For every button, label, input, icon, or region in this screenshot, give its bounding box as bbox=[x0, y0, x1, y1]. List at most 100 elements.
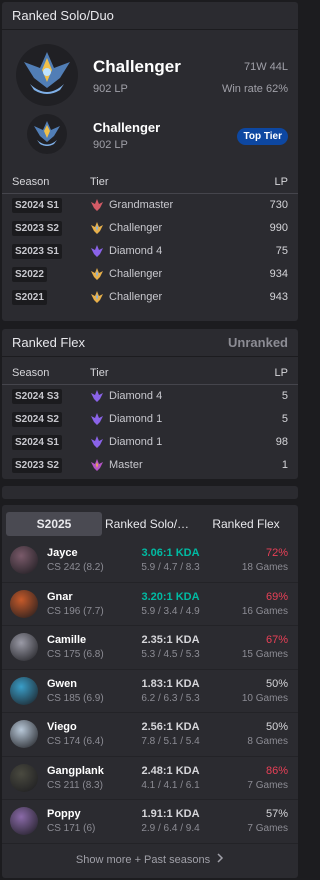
season-chip: S2023 S2 bbox=[12, 221, 62, 237]
lp-value: 943 bbox=[269, 290, 288, 303]
column-lp: LP bbox=[274, 175, 288, 188]
table-row: S2023 S2 Master 1 bbox=[2, 453, 298, 476]
champion-winrate: 50% bbox=[265, 721, 288, 734]
lp-value: 5 bbox=[281, 413, 288, 426]
champion-portrait bbox=[10, 676, 38, 705]
champion-games: 18 Games bbox=[241, 562, 288, 574]
champion-cs: CS 175 (6.8) bbox=[47, 649, 104, 661]
table-row: S2024 S3 Diamond 4 5 bbox=[2, 385, 298, 408]
champion-kda-detail: 5.3 / 4.5 / 5.3 bbox=[141, 649, 200, 661]
tier-lp: 902 LP bbox=[93, 83, 128, 95]
tier-label: Diamond 1 bbox=[109, 435, 163, 448]
champion-portrait bbox=[10, 720, 38, 749]
champion-kda: 3.06:1 KDA bbox=[141, 547, 200, 560]
win-loss-record: 71W 44L bbox=[243, 61, 288, 73]
tab-s2025[interactable]: S2025 bbox=[6, 512, 102, 536]
champion-winrate: 67% bbox=[265, 634, 288, 647]
champion-name: Jayce bbox=[47, 547, 78, 560]
list-item[interactable]: Gnar CS 196 (7.7) 3.20:1 KDA 5.9 / 3.4 / 4… bbox=[2, 583, 298, 626]
grandmaster-icon bbox=[90, 198, 104, 212]
list-item[interactable]: Camille CS 175 (6.8) 2.35:1 KDA 5.3 / 4.5 … bbox=[2, 626, 298, 670]
champion-name: Viego bbox=[47, 721, 77, 734]
table-row: S2024 S1 Diamond 1 98 bbox=[2, 431, 298, 454]
tab-ranked-solo[interactable]: Ranked Solo/D... bbox=[102, 517, 198, 531]
divider-strip bbox=[2, 486, 298, 499]
lp-value: 730 bbox=[269, 199, 288, 212]
champion-kda-detail: 5.9 / 4.7 / 8.3 bbox=[141, 562, 200, 574]
champion-kda: 1.91:1 KDA bbox=[141, 808, 200, 821]
champion-winrate: 72% bbox=[265, 547, 288, 560]
champion-games: 8 Games bbox=[247, 736, 288, 748]
list-item[interactable]: Gangplank CS 211 (8.3) 2.48:1 KDA 4.1 / 4.… bbox=[2, 757, 298, 800]
show-more-button[interactable]: Show more + Past seasons bbox=[2, 844, 298, 876]
table-row: S2023 S2 Challenger 990 bbox=[2, 217, 298, 240]
challenger-icon bbox=[90, 290, 104, 304]
champion-cs: CS 196 (7.7) bbox=[47, 605, 104, 617]
column-tier: Tier bbox=[90, 366, 109, 379]
top-tier-badge: Top Tier bbox=[237, 128, 288, 145]
champion-portrait bbox=[10, 633, 38, 662]
champion-games: 7 Games bbox=[247, 823, 288, 835]
champion-kda-detail: 4.1 / 4.1 / 6.1 bbox=[141, 779, 200, 791]
champion-kda: 2.56:1 KDA bbox=[141, 721, 200, 734]
lp-value: 5 bbox=[281, 390, 288, 403]
column-season: Season bbox=[12, 175, 50, 188]
champion-cs: CS 171 (6) bbox=[47, 823, 96, 835]
tier-label: Master bbox=[109, 458, 143, 471]
champion-games: 16 Games bbox=[241, 605, 288, 617]
lp-value: 98 bbox=[275, 435, 288, 448]
current-rank: Challenger 902 LP 71W 44L Win rate 62% bbox=[2, 30, 298, 110]
champion-portrait bbox=[10, 589, 38, 618]
champion-portrait bbox=[10, 807, 38, 836]
table-row: S2021 Challenger 943 bbox=[2, 285, 298, 308]
diamond-icon bbox=[90, 244, 104, 258]
tier-label: Diamond 4 bbox=[109, 390, 163, 403]
tier-label: Diamond 1 bbox=[109, 413, 163, 426]
champion-kda-detail: 6.2 / 6.3 / 5.3 bbox=[141, 692, 200, 704]
tier-label: Diamond 4 bbox=[109, 244, 163, 257]
season-chip: S2023 S2 bbox=[12, 457, 62, 473]
champion-name: Gangplank bbox=[47, 764, 104, 777]
lp-value: 75 bbox=[275, 244, 288, 257]
tier-label: Challenger bbox=[109, 290, 163, 303]
table-row: S2024 S2 Diamond 1 5 bbox=[2, 408, 298, 431]
list-item[interactable]: Jayce CS 242 (8.2) 3.06:1 KDA 5.9 / 4.7 / … bbox=[2, 539, 298, 583]
peak-rank: Challenger 902 LP Top Tier bbox=[2, 110, 298, 164]
season-chip: S2024 S1 bbox=[12, 434, 62, 450]
ranked-flex-card: Ranked Flex Unranked Season Tier LP S202… bbox=[2, 329, 298, 479]
season-table-header: Season Tier LP bbox=[2, 170, 298, 194]
season-chip: S2023 S1 bbox=[12, 243, 62, 259]
lp-value: 1 bbox=[281, 458, 288, 471]
champion-kda-detail: 2.9 / 6.4 / 9.4 bbox=[141, 823, 200, 835]
list-item[interactable]: Gwen CS 185 (6.9) 1.83:1 KDA 6.2 / 6.3 / 5… bbox=[2, 670, 298, 713]
flex-season-rows: S2024 S3 Diamond 4 5 S2024 S2 Diamond 1 … bbox=[2, 385, 298, 476]
season-chip: S2024 S3 bbox=[12, 389, 62, 405]
list-item[interactable]: Poppy CS 171 (6) 1.91:1 KDA 2.9 / 6.4 / 9.… bbox=[2, 800, 298, 844]
challenger-icon bbox=[90, 221, 104, 235]
champion-winrate: 57% bbox=[265, 808, 288, 821]
champion-winrate: 86% bbox=[265, 764, 288, 777]
champion-kda-detail: 7.8 / 5.1 / 5.4 bbox=[141, 736, 200, 748]
lp-value: 990 bbox=[269, 222, 288, 235]
champion-cs: CS 211 (8.3) bbox=[47, 779, 103, 791]
champion-kda-detail: 5.9 / 3.4 / 4.9 bbox=[141, 605, 200, 617]
table-row: S2022 Challenger 934 bbox=[2, 262, 298, 285]
champion-kda: 2.48:1 KDA bbox=[141, 764, 200, 777]
table-row: S2024 S1 Grandmaster 730 bbox=[2, 194, 298, 217]
list-item[interactable]: Viego CS 174 (6.4) 2.56:1 KDA 7.8 / 5.1 / … bbox=[2, 713, 298, 757]
show-more-label: Show more + Past seasons bbox=[75, 853, 211, 866]
champion-name: Poppy bbox=[47, 808, 81, 821]
season-chip: S2021 bbox=[12, 289, 47, 305]
ranked-flex-title: Ranked Flex bbox=[12, 335, 85, 350]
solo-season-rows: S2024 S1 Grandmaster 730 S2023 S2 Challe… bbox=[2, 194, 298, 308]
diamond-icon bbox=[90, 435, 104, 449]
unranked-status: Unranked bbox=[228, 335, 288, 350]
win-rate: Win rate 62% bbox=[221, 83, 288, 95]
tier-label: Grandmaster bbox=[109, 199, 174, 212]
tab-ranked-flex[interactable]: Ranked Flex bbox=[198, 517, 294, 531]
tier-name: Challenger bbox=[93, 57, 181, 76]
champion-name: Camille bbox=[47, 634, 87, 647]
champion-winrate: 50% bbox=[265, 677, 288, 690]
challenger-emblem-icon bbox=[16, 44, 78, 106]
chevron-right-icon bbox=[216, 853, 224, 866]
